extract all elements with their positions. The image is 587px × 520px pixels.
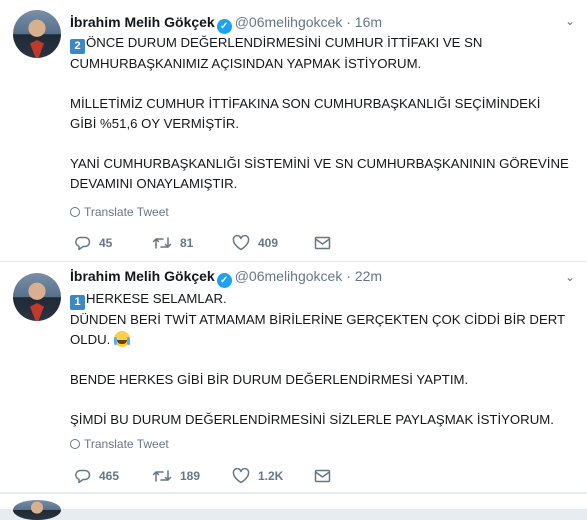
like-count: 409 <box>258 236 279 250</box>
direct-message-button[interactable] <box>314 233 339 253</box>
tweet-header: İbrahim Melih Gökçek ✓ @06melihgokcek · 22… <box>70 266 382 288</box>
paragraph: DÜNDEN BERİ TWİT ATMAMAM BİRİLERİNE GERÇ… <box>70 312 565 347</box>
timeline-feed: İbrahim Melih Gökçek ✓ @06melihgokcek · 16… <box>0 0 587 520</box>
avatar[interactable] <box>13 10 61 58</box>
translate-label: Translate Tweet <box>84 437 169 451</box>
author-handle[interactable]: @06melihgokcek <box>235 268 343 284</box>
tweet-text: 1 HERKESE SELAMLAR. DÜNDEN BERİ TWİT ATMA… <box>70 289 570 430</box>
tweet[interactable]: İbrahim Melih Gökçek ✓ @06melihgokcek · 16… <box>0 0 587 262</box>
keycap-digit-two-emoji: 2 <box>70 39 85 54</box>
envelope-icon <box>314 236 331 250</box>
reply-button[interactable]: 45 <box>74 233 112 253</box>
author-name[interactable]: İbrahim Melih Gökçek <box>70 14 215 30</box>
avatar[interactable] <box>13 500 61 520</box>
face-with-tears-of-joy-emoji <box>113 331 130 347</box>
translate-label: Translate Tweet <box>84 205 169 219</box>
like-button[interactable]: 409 <box>232 233 278 253</box>
verified-badge-icon: ✓ <box>216 273 232 288</box>
retweet-count: 189 <box>180 469 201 483</box>
globe-icon <box>70 439 80 449</box>
retweet-count: 81 <box>180 236 194 250</box>
paragraph: MİLLETİMİZ CUMHUR İTTİFAKINA SON CUMHURB… <box>70 96 541 131</box>
retweet-button[interactable]: 189 <box>152 466 200 486</box>
retweet-button[interactable]: 81 <box>152 233 193 253</box>
heart-icon <box>232 234 250 251</box>
separator: · <box>346 268 351 284</box>
paragraph: ŞİMDİ BU DURUM DEĞERLENDİRMESİNİ SİZLERL… <box>70 412 554 427</box>
like-button[interactable]: 1.2K <box>232 466 283 486</box>
retweet-icon <box>152 470 172 482</box>
paragraph: YANİ CUMHURBAŞKANLIĞI SİSTEMİNİ VE SN CU… <box>70 156 569 191</box>
reply-icon <box>75 469 91 484</box>
keycap-digit-one-emoji: 1 <box>70 295 85 310</box>
tweet-header: İbrahim Melih Gökçek ✓ @06melihgokcek · 16… <box>70 12 382 34</box>
reply-button[interactable]: 465 <box>74 466 119 486</box>
chevron-down-icon[interactable]: ⌄ <box>565 15 575 27</box>
envelope-icon <box>314 469 331 483</box>
reply-icon <box>75 236 91 251</box>
author-name[interactable]: İbrahim Melih Gökçek <box>70 268 215 284</box>
heart-icon <box>232 467 250 484</box>
avatar[interactable] <box>13 273 61 321</box>
reply-count: 465 <box>99 469 120 483</box>
verified-badge-icon: ✓ <box>216 19 232 34</box>
direct-message-button[interactable] <box>314 466 339 486</box>
retweet-icon <box>152 237 172 249</box>
translate-tweet-link[interactable]: Translate Tweet <box>70 204 169 220</box>
reply-count: 45 <box>99 236 113 250</box>
separator: · <box>346 14 351 30</box>
translate-tweet-link[interactable]: Translate Tweet <box>70 436 169 452</box>
timestamp[interactable]: 16m <box>355 14 382 30</box>
timestamp[interactable]: 22m <box>355 268 382 284</box>
paragraph: ÖNCE DURUM DEĞERLENDİRMESİNİ CUMHUR İTTİ… <box>70 35 483 71</box>
tweet-text: 2 ÖNCE DURUM DEĞERLENDİRMESİNİ CUMHUR İTT… <box>70 33 570 194</box>
chevron-down-icon[interactable]: ⌄ <box>565 271 575 283</box>
author-handle[interactable]: @06melihgokcek <box>235 14 343 30</box>
paragraph: HERKESE SELAMLAR. <box>86 291 227 306</box>
tweet[interactable] <box>0 493 587 520</box>
like-count: 1.2K <box>258 469 284 483</box>
paragraph: BENDE HERKES GİBİ BİR DURUM DEĞERLENDİRM… <box>70 372 469 387</box>
globe-icon <box>70 207 80 217</box>
